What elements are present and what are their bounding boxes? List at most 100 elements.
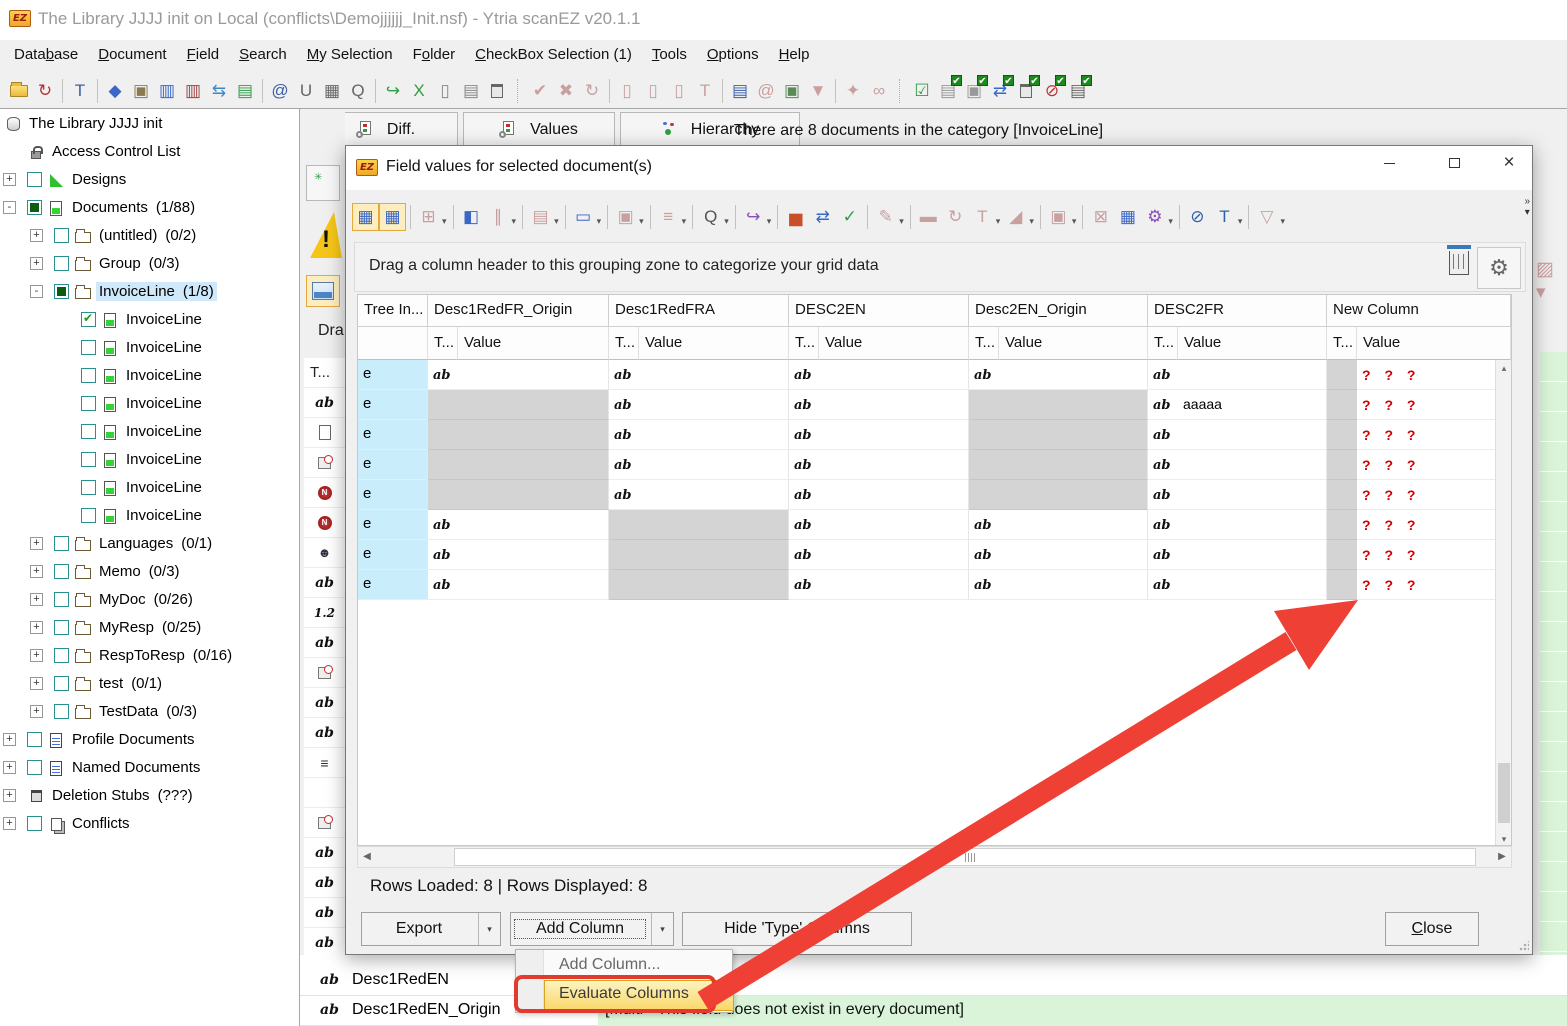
- cell-new-column-unknown[interactable]: ? ? ?: [1357, 360, 1511, 390]
- cell-value[interactable]: [999, 360, 1148, 390]
- text-columns-icon[interactable]: T: [1211, 203, 1238, 231]
- cell-type-text[interactable]: ab: [969, 510, 999, 540]
- subheader-value[interactable]: Value: [1357, 327, 1511, 360]
- document-link-icon[interactable]: ▣: [779, 78, 805, 104]
- checkbox-empty[interactable]: [81, 340, 96, 355]
- strike-rows-icon[interactable]: ▬: [915, 203, 942, 231]
- scan-notes-icon[interactable]: ▥: [154, 78, 180, 104]
- cell-type-missing[interactable]: [428, 420, 458, 450]
- cell-value[interactable]: [1178, 480, 1327, 510]
- cell-type-text[interactable]: ab: [609, 450, 639, 480]
- tree-item-myresp[interactable]: +MyResp(0/25): [0, 614, 300, 642]
- checkbox-empty[interactable]: [27, 816, 42, 831]
- cell-type-missing[interactable]: [609, 570, 639, 600]
- new-doc-star-icon[interactable]: ▯: [614, 78, 640, 104]
- new-document-icon[interactable]: ▯: [432, 78, 458, 104]
- resize-grip[interactable]: [1519, 941, 1529, 951]
- expand-icon[interactable]: +: [3, 817, 16, 830]
- horizontal-scrollbar[interactable]: ◀ ▶: [357, 846, 1512, 868]
- expand-icon[interactable]: +: [3, 789, 16, 802]
- cell-type-text[interactable]: ab: [789, 420, 819, 450]
- column-bands-icon[interactable]: ∥: [485, 203, 512, 231]
- formula-at-icon[interactable]: @: [753, 78, 779, 104]
- cell-value[interactable]: [1178, 450, 1327, 480]
- cell-value[interactable]: [1178, 510, 1327, 540]
- cell-type-text[interactable]: ab: [1148, 570, 1178, 600]
- cell-value[interactable]: [819, 390, 969, 420]
- checkbox-empty[interactable]: [27, 172, 42, 187]
- export-button[interactable]: Export▾: [361, 912, 501, 946]
- hide-type-columns-button[interactable]: Hide 'Type' Columns: [682, 912, 912, 946]
- subheader-value[interactable]: Value: [1178, 327, 1327, 360]
- cell-value[interactable]: [819, 510, 969, 540]
- tree-item-invoiceline[interactable]: InvoiceLine: [0, 334, 300, 362]
- cell-type-text[interactable]: ab: [1148, 510, 1178, 540]
- tree-item-invoiceline[interactable]: InvoiceLine: [0, 502, 300, 530]
- cell-type-text[interactable]: ab: [1148, 420, 1178, 450]
- expand-icon[interactable]: +: [30, 593, 43, 606]
- chevron-down-icon[interactable]: ▾: [1238, 216, 1243, 227]
- cell-type-text[interactable]: ab: [969, 570, 999, 600]
- cell-type-text[interactable]: ab: [1148, 360, 1178, 390]
- cell-type-text[interactable]: ab: [789, 540, 819, 570]
- tree-item-named-documents[interactable]: +Named Documents: [0, 754, 300, 782]
- checkbox-empty[interactable]: [81, 480, 96, 495]
- cell-type-text[interactable]: ab: [428, 540, 458, 570]
- tree-item-conflicts[interactable]: +Conflicts: [0, 810, 300, 838]
- cell-value[interactable]: [639, 360, 789, 390]
- cell-value[interactable]: [999, 420, 1148, 450]
- column-header-new-column[interactable]: New Column: [1327, 295, 1511, 327]
- cell-value[interactable]: [639, 540, 789, 570]
- search-formula-icon[interactable]: @: [267, 78, 293, 104]
- checkbox-partial[interactable]: [27, 200, 42, 215]
- refresh-icon[interactable]: ↻: [579, 78, 605, 104]
- fit-box-icon[interactable]: ▣: [1045, 203, 1072, 231]
- view-standard-icon[interactable]: ▦: [352, 203, 379, 231]
- checkbox-empty[interactable]: [54, 228, 69, 243]
- tree-index-cell[interactable]: e: [358, 420, 428, 450]
- tree-item-invoiceline[interactable]: InvoiceLine: [0, 446, 300, 474]
- add-row-icon[interactable]: ⊞: [415, 203, 442, 231]
- cell-value[interactable]: [639, 570, 789, 600]
- tree-item-languages[interactable]: +Languages(0/1): [0, 530, 300, 558]
- check-copies-icon[interactable]: ▣✔: [961, 78, 987, 104]
- checkbox-partial[interactable]: [54, 284, 69, 299]
- cell-type-text[interactable]: ab: [428, 570, 458, 600]
- cell-border-icon[interactable]: ▭: [570, 203, 597, 231]
- search-document-icon[interactable]: Q: [345, 78, 371, 104]
- cell-value[interactable]: [639, 390, 789, 420]
- menu-search[interactable]: Search: [229, 40, 297, 73]
- checkbox-empty[interactable]: [54, 648, 69, 663]
- expand-icon[interactable]: +: [30, 229, 43, 242]
- subheader-value[interactable]: Value: [458, 327, 609, 360]
- cell-type-missing[interactable]: [1327, 570, 1357, 600]
- cell-value[interactable]: [458, 510, 609, 540]
- rescan-notes-icon[interactable]: ▥: [180, 78, 206, 104]
- column-header-tree-in-[interactable]: Tree In...: [358, 295, 428, 327]
- tree-item-invoiceline[interactable]: InvoiceLine: [0, 306, 300, 334]
- tools-save-icon[interactable]: ⚙: [1141, 203, 1168, 231]
- cell-type-text[interactable]: ab: [609, 480, 639, 510]
- check-new-docs-icon[interactable]: ▤✔: [935, 78, 961, 104]
- cell-value[interactable]: [1178, 360, 1327, 390]
- chevron-down-icon[interactable]: ▾: [442, 216, 447, 227]
- cell-value[interactable]: [458, 480, 609, 510]
- chevron-down-icon[interactable]: ▾: [512, 216, 517, 227]
- switch-database-icon[interactable]: ↻: [32, 78, 58, 104]
- close-button[interactable]: Close: [1385, 912, 1479, 946]
- title-field-icon[interactable]: T: [692, 78, 718, 104]
- apply-check-icon[interactable]: ✔: [527, 78, 553, 104]
- refresh-rows-icon[interactable]: ↻: [942, 203, 969, 231]
- search-icon[interactable]: Q: [697, 203, 724, 231]
- cell-value[interactable]: [639, 450, 789, 480]
- scroll-up-icon[interactable]: ▴: [1496, 360, 1512, 376]
- cell-type-missing[interactable]: [1327, 510, 1357, 540]
- subheader-type[interactable]: T...: [1327, 327, 1357, 360]
- cell-value[interactable]: [999, 450, 1148, 480]
- cell-value[interactable]: [458, 360, 609, 390]
- tree-item-access-control-list[interactable]: Access Control List: [0, 138, 300, 166]
- tree-item-memo[interactable]: +Memo(0/3): [0, 558, 300, 586]
- gear-icon[interactable]: ⚙: [1477, 247, 1521, 289]
- menu-document[interactable]: Document: [88, 40, 176, 73]
- audit-clipboard-icon[interactable]: ▣: [128, 78, 154, 104]
